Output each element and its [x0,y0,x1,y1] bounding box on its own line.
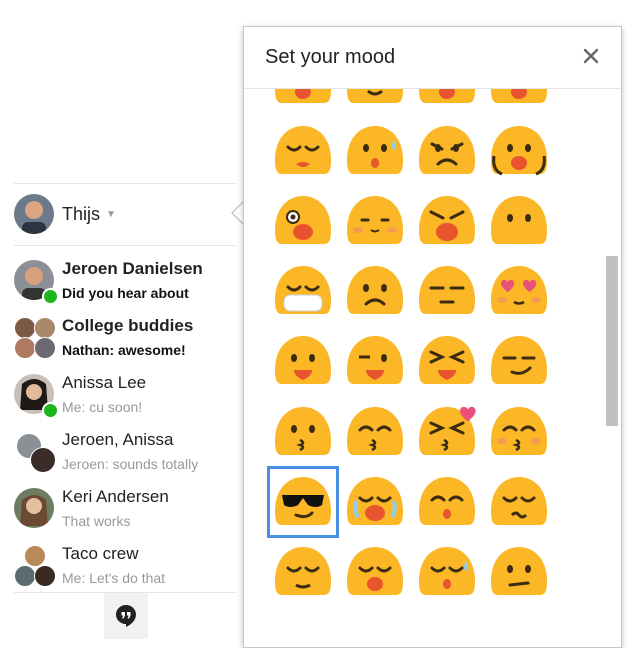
conversation-item[interactable]: Anissa Lee Me: cu soon! [14,373,236,429]
emoji-kissing[interactable] [272,401,334,463]
emoji-sweat-smile[interactable] [344,89,406,111]
conversation-item[interactable]: College buddies Nathan: awesome! [14,316,236,372]
user-name: Thijs [62,203,101,224]
emoji-unamused[interactable] [416,260,478,322]
emoji-yawning[interactable] [344,541,406,603]
scrollbar[interactable] [606,256,618,426]
emoji-tired-scream[interactable] [416,190,478,252]
conversation-snippet: Me: Let's do that [62,570,166,586]
emoji-kissing-closed-eyes[interactable] [344,401,406,463]
avatar [14,374,59,419]
popup-title: Set your mood [265,46,396,68]
emoji-sleepy-sweat[interactable] [416,541,478,603]
conversation-title: Keri Andersen [62,487,169,506]
group-avatar [14,317,56,359]
emoji-screaming-hands[interactable] [488,120,550,182]
emoji-neutral-blank[interactable] [488,190,550,252]
emoji-face-mask[interactable] [272,260,334,322]
emoji-heart-eyes[interactable] [488,260,550,322]
emoji-confused-squint[interactable] [488,471,550,533]
conversation-title: Anissa Lee [62,373,147,392]
avatar [14,194,54,234]
emoji-kiss-relaxed[interactable] [416,471,478,533]
hangouts-icon [116,605,136,627]
emoji-grid [244,89,606,647]
emoji-worried-sweat[interactable] [344,120,406,182]
hangouts-button[interactable] [104,593,148,639]
close-button[interactable] [580,45,602,67]
emoji-kissing-heart[interactable] [416,401,478,463]
conversation-item[interactable]: Jeroen Danielsen Did you hear about [14,259,236,315]
emoji-relieved[interactable] [272,541,334,603]
conversation-title: Taco crew [62,544,139,563]
emoji-frown-open[interactable] [272,89,334,111]
emoji-smirking[interactable] [488,330,550,392]
emoji-squinting-tongue[interactable] [416,330,478,392]
chevron-down-icon: ▼ [106,208,116,220]
conversation-snippet: Nathan: awesome! [62,342,186,358]
emoji-blushing[interactable] [344,190,406,252]
emoji-dizzy-shout[interactable] [272,190,334,252]
emoji-sad-pout[interactable] [272,120,334,182]
conversation-panel: Thijs ▼ Jeroen Danielsen Did you hear ab… [0,0,238,639]
user-profile-button[interactable]: Thijs ▼ [14,193,116,235]
emoji-winking-tongue[interactable] [344,330,406,392]
mood-popup: Set your mood [243,26,622,648]
emoji-kissing-blush[interactable] [488,401,550,463]
emoji-grimace[interactable] [488,541,550,603]
emoji-crying-loud[interactable] [344,471,406,533]
popup-header: Set your mood [244,27,621,89]
divider [14,245,236,246]
emoji-frowning[interactable] [344,260,406,322]
group-avatar [14,431,56,473]
conversation-snippet: Me: cu soon! [62,399,143,415]
close-icon [583,48,599,64]
avatar [14,260,59,305]
avatar [14,488,56,530]
emoji-cool-sunglasses[interactable] [267,466,339,538]
conversation-snippet: Jeroen: sounds totally [62,456,199,472]
conversation-item[interactable]: Keri Andersen That works [14,487,236,543]
conversation-snippet: Did you hear about [62,285,189,301]
conversation-item[interactable]: Jeroen, Anissa Jeroen: sounds totally [14,430,236,486]
emoji-sweat-open[interactable] [488,89,550,111]
online-status-icon [42,402,59,419]
online-status-icon [42,288,59,305]
emoji-confounded[interactable] [416,120,478,182]
conversation-title: Jeroen, Anissa [62,430,174,449]
emoji-open-frown[interactable] [416,89,478,111]
conversation-title: Jeroen Danielsen [62,259,203,278]
emoji-tongue-out[interactable] [272,330,334,392]
group-avatar [14,545,56,587]
conversation-title: College buddies [62,316,194,335]
divider [14,183,236,184]
conversation-snippet: That works [62,513,131,529]
